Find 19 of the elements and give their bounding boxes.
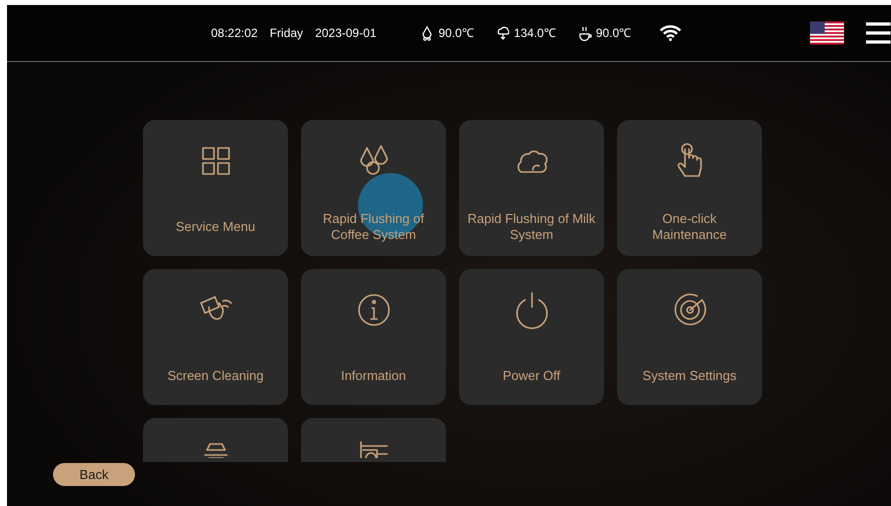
menu-tile[interactable]: Screen Cleaning: [143, 269, 288, 405]
temperature-text: 90.0℃: [596, 25, 632, 42]
menu-tile[interactable]: System Settings: [617, 269, 762, 405]
cup-icon: [578, 25, 592, 41]
temperature-text: 90.0℃: [438, 25, 474, 42]
menu-tile[interactable]: Service Menu: [143, 120, 288, 256]
menu-tile[interactable]: Information: [301, 269, 446, 405]
menu-tile[interactable]: Rapid Flushing of Milk System: [459, 120, 604, 256]
day-text: Friday: [270, 25, 304, 42]
time-text: 08:22:02: [211, 25, 258, 42]
back-button[interactable]: Back: [53, 463, 135, 486]
temperature-text: 134.0℃: [514, 25, 556, 42]
menu-tile[interactable]: One-click Maintenance: [617, 120, 762, 256]
date-text: 2023-09-01: [315, 25, 376, 42]
water-drop-icon: [420, 25, 434, 41]
cloud-icon: [496, 25, 510, 41]
flag-icon[interactable]: [810, 19, 844, 47]
wifi-icon: [659, 23, 682, 43]
menu-tile[interactable]: Power Off: [459, 269, 604, 405]
